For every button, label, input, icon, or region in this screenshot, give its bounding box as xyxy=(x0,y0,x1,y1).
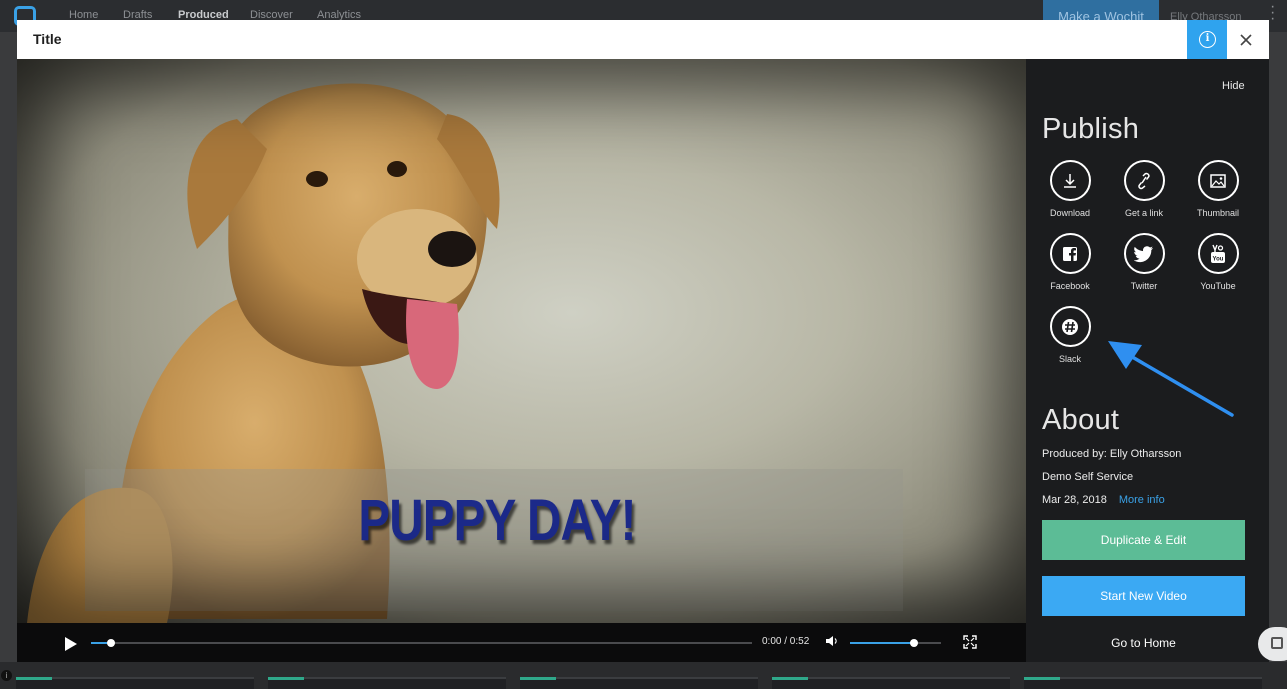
chat-widget-button[interactable] xyxy=(1258,627,1287,661)
publish-label: Twitter xyxy=(1130,281,1158,291)
youtube-icon: You xyxy=(1211,244,1225,263)
modal-title: Title xyxy=(33,31,62,47)
video-player[interactable]: PUPPY DAY! xyxy=(17,59,1026,623)
link-icon xyxy=(1138,172,1150,189)
volume-level xyxy=(850,642,914,644)
go-to-home-link[interactable]: Go to Home xyxy=(1042,636,1245,650)
download-icon xyxy=(1064,173,1076,188)
info-icon: i xyxy=(1199,31,1216,48)
publish-label: Get a link xyxy=(1124,208,1164,218)
video-preview-modal: Title i PUPPY DAY! 0:00 / 0:52 Hide Publ… xyxy=(17,20,1269,662)
image-icon xyxy=(1210,173,1226,188)
publish-label: YouTube xyxy=(1200,281,1236,291)
more-menu-icon[interactable]: · · · xyxy=(1270,0,1275,27)
produced-date: Mar 28, 2018 xyxy=(1042,494,1107,506)
info-button[interactable]: i xyxy=(1187,20,1227,59)
close-button[interactable] xyxy=(1235,29,1257,51)
play-icon[interactable] xyxy=(65,637,77,651)
organization-name: Demo Self Service xyxy=(1042,471,1134,483)
background-thumbnail[interactable] xyxy=(268,677,506,689)
seek-bar[interactable] xyxy=(91,639,752,647)
background-thumbnail[interactable] xyxy=(16,677,254,689)
publish-youtube[interactable]: You YouTube xyxy=(1180,233,1256,291)
about-heading: About xyxy=(1042,404,1120,436)
background-thumbnail[interactable] xyxy=(520,677,758,689)
publish-thumbnail[interactable]: Thumbnail xyxy=(1180,160,1256,218)
seek-progress xyxy=(91,642,107,644)
background-thumbnail[interactable] xyxy=(1024,677,1262,689)
svg-text:You: You xyxy=(1213,256,1224,262)
publish-get-link[interactable]: Get a link xyxy=(1106,160,1182,218)
modal-header: Title i xyxy=(17,20,1269,59)
facebook-icon xyxy=(1063,246,1077,262)
slack-icon xyxy=(1062,318,1078,335)
start-new-video-button[interactable]: Start New Video xyxy=(1042,576,1245,616)
publish-download[interactable]: Download xyxy=(1032,160,1108,218)
volume-handle[interactable] xyxy=(909,639,918,647)
time-display: 0:00 / 0:52 xyxy=(762,636,810,647)
volume-icon[interactable] xyxy=(825,634,839,648)
video-vignette xyxy=(17,59,1026,623)
produced-by: Produced by: Elly Otharsson xyxy=(1042,448,1182,460)
twitter-icon xyxy=(1134,245,1153,262)
fullscreen-icon[interactable] xyxy=(963,635,977,649)
about-date-row: Mar 28, 2018 More info xyxy=(1042,494,1165,506)
side-panel: Hide Publish Download Get a link Thumbna… xyxy=(1026,59,1269,662)
publish-facebook[interactable]: Facebook xyxy=(1032,233,1108,291)
publish-label: Thumbnail xyxy=(1196,208,1240,218)
seek-handle[interactable] xyxy=(106,639,115,647)
volume-slider[interactable] xyxy=(850,639,941,647)
hide-panel-link[interactable]: Hide xyxy=(1222,80,1245,92)
duplicate-edit-button[interactable]: Duplicate & Edit xyxy=(1042,520,1245,560)
publish-heading: Publish xyxy=(1042,113,1140,145)
background-thumbnail[interactable] xyxy=(772,677,1010,689)
chat-icon xyxy=(1271,637,1283,649)
publish-twitter[interactable]: Twitter xyxy=(1106,233,1182,291)
publish-label: Download xyxy=(1049,208,1091,218)
more-info-link[interactable]: More info xyxy=(1119,494,1165,506)
background-info-icon[interactable]: i xyxy=(1,670,12,681)
close-icon xyxy=(1240,34,1252,46)
publish-label: Facebook xyxy=(1050,281,1090,291)
video-controls: 0:00 / 0:52 xyxy=(17,623,1026,662)
